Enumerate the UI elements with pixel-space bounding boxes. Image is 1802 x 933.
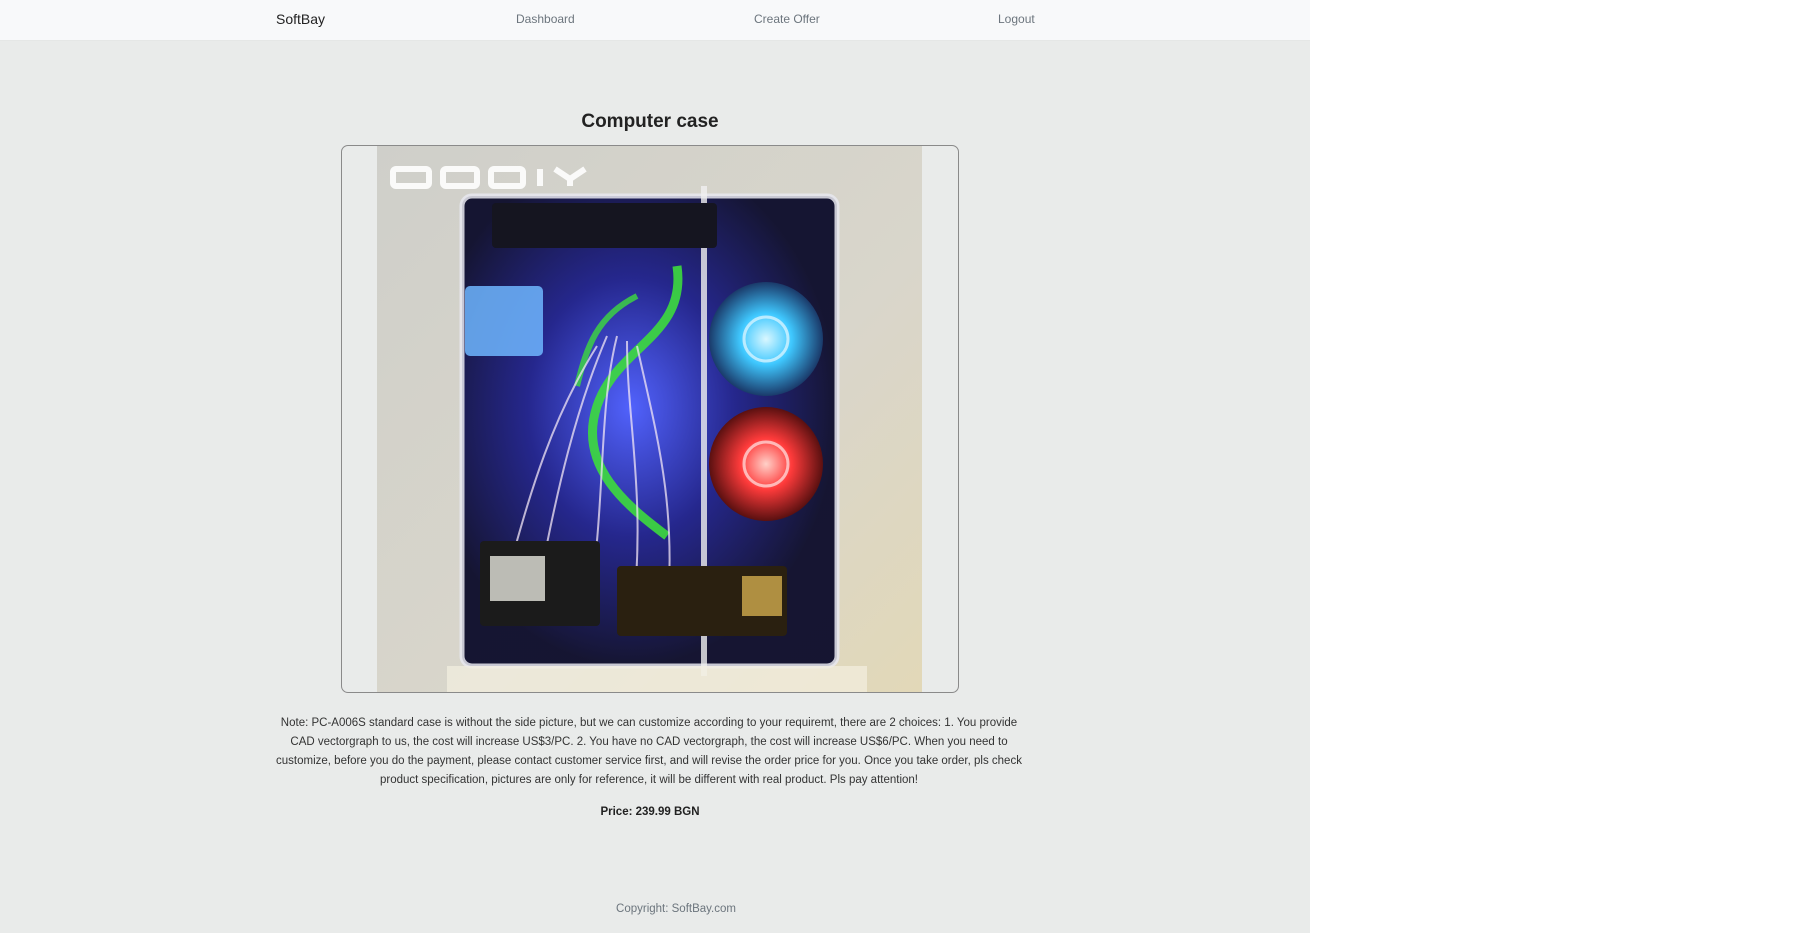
brand-link[interactable]: SoftBay (276, 11, 325, 27)
nav-dashboard-link[interactable]: Dashboard (516, 12, 575, 26)
app-container: SoftBay Dashboard Create Offer Logout Co… (0, 0, 1310, 933)
footer-copyright: Copyright: SoftBay.com (616, 903, 736, 915)
offer-image (377, 146, 922, 692)
offer-title: Computer case (581, 111, 719, 132)
nav-logout-link[interactable]: Logout (998, 12, 1035, 26)
offer-description: Note: PC-A006S standard case is without … (276, 717, 1022, 786)
offer-price: Price: 239.99 BGN (600, 806, 700, 818)
nav-create-offer-link[interactable]: Create Offer (754, 12, 820, 26)
top-navbar: SoftBay Dashboard Create Offer Logout (0, 0, 1310, 41)
offer-image-frame (341, 145, 959, 693)
